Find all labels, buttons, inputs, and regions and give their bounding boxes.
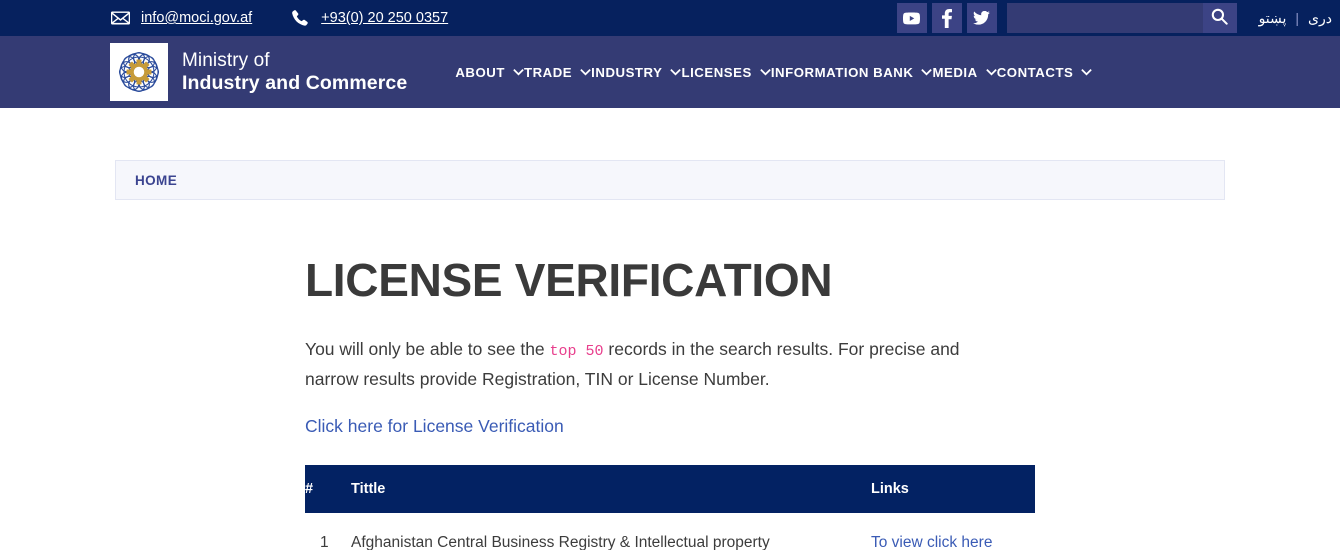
lang-pashto[interactable]: پښتو [1259, 10, 1287, 27]
language-switcher: دری | پښتو [1259, 10, 1332, 27]
search-form [1006, 3, 1237, 33]
menu-item-trade[interactable]: TRADE [524, 65, 591, 80]
menu-item-media[interactable]: MEDIA [932, 64, 997, 80]
brand-line-2: Industry and Commerce [182, 71, 408, 94]
ministry-rosette-gear-logo [110, 43, 168, 101]
intro-code-top-50: top 50 [549, 342, 604, 360]
column-header-title: Tittle [351, 464, 871, 513]
page-body: HOME LICENSE VERIFICATION You will only … [0, 160, 1340, 550]
main-navigation-bar: Ministry of Industry and Commerce ABOUT … [0, 36, 1340, 108]
search-icon [1211, 8, 1228, 28]
primary-menu: ABOUT TRADE INDUSTRY LICENSES INFORMATIO… [455, 64, 1093, 80]
menu-label-industry: INDUSTRY [591, 64, 663, 80]
phone-icon [290, 9, 310, 27]
search-button[interactable] [1202, 3, 1237, 33]
chevron-down-icon [1081, 68, 1093, 76]
row-number: 1 [320, 533, 329, 550]
main-content: LICENSE VERIFICATION You will only be ab… [305, 254, 1035, 550]
license-table-body: 1 Afghanistan Central Business Registry … [305, 513, 1035, 550]
chevron-down-icon [580, 68, 591, 76]
license-verification-link[interactable]: Click here for License Verification [305, 416, 564, 437]
page-title: LICENSE VERIFICATION [305, 254, 833, 306]
menu-label-media: MEDIA [932, 64, 978, 80]
row-link-cell: To view click here [871, 513, 1035, 550]
chevron-down-icon [921, 68, 933, 76]
twitter-icon[interactable] [966, 3, 997, 33]
top-utility-bar-inner: info@moci.gov.af +93(0) 20 250 0357 دری … [0, 0, 1340, 36]
envelope-icon [110, 9, 130, 27]
chevron-down-icon [670, 68, 682, 76]
menu-label-about: ABOUT [455, 64, 505, 80]
license-table: # Tittle Links 1 Afghanistan Central Bus… [305, 464, 1035, 550]
intro-paragraph: You will only be able to see the top 50 … [305, 334, 1017, 395]
menu-label-trade: TRADE [523, 64, 573, 80]
license-table-head: # Tittle Links [305, 464, 1035, 513]
contact-phone-text: +93(0) 20 250 0357 [321, 10, 449, 26]
intro-text-part-1: You will only be able to see the [305, 338, 550, 359]
contact-email[interactable]: info@moci.gov.af [110, 9, 252, 27]
menu-label-licenses: LICENSES [681, 64, 752, 80]
contact-email-text: info@moci.gov.af [141, 10, 253, 26]
menu-item-industry[interactable]: INDUSTRY [591, 64, 682, 80]
row-view-link[interactable]: To view click here [871, 534, 992, 550]
row-title: Afghanistan Central Business Registry & … [351, 533, 770, 550]
menu-item-contacts[interactable]: CONTACTS [997, 65, 1093, 80]
search-input[interactable] [1006, 3, 1203, 33]
site-brand[interactable]: Ministry of Industry and Commerce [110, 43, 407, 101]
lang-dari[interactable]: دری [1308, 10, 1332, 27]
menu-label-contacts: CONTACTS [996, 64, 1074, 80]
menu-item-licenses[interactable]: LICENSES [681, 64, 771, 80]
breadcrumb-item-home[interactable]: HOME [135, 173, 177, 188]
brand-text: Ministry of Industry and Commerce [182, 50, 407, 94]
menu-item-about[interactable]: ABOUT [455, 65, 524, 80]
table-row: 1 Afghanistan Central Business Registry … [305, 513, 1035, 550]
menu-item-information-bank[interactable]: INFORMATION BANK [771, 65, 933, 80]
top-right-group: دری | پښتو [896, 0, 1340, 36]
chevron-down-icon [513, 68, 524, 76]
brand-line-1: Ministry of [182, 49, 270, 71]
chevron-down-icon [760, 68, 771, 76]
table-header-row: # Tittle Links [305, 464, 1035, 513]
facebook-icon[interactable] [931, 3, 962, 33]
top-utility-bar: info@moci.gov.af +93(0) 20 250 0357 دری … [0, 0, 1340, 36]
breadcrumb: HOME [115, 160, 1225, 200]
column-header-number: # [305, 464, 351, 513]
chevron-down-icon [985, 68, 997, 76]
youtube-icon[interactable] [896, 3, 927, 33]
contact-phone[interactable]: +93(0) 20 250 0357 [290, 9, 448, 27]
lang-separator: | [1295, 10, 1300, 26]
menu-label-information-bank: INFORMATION BANK [770, 64, 914, 80]
column-header-links: Links [871, 464, 1035, 513]
